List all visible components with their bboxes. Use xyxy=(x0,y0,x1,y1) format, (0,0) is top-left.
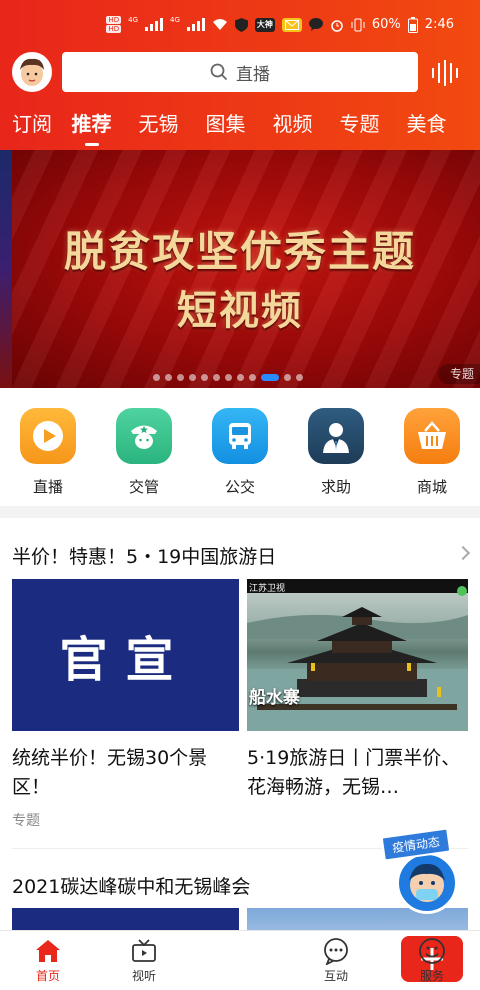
quick-help-label: 求助 xyxy=(320,478,351,496)
wifi-icon xyxy=(212,19,227,30)
status-bar: HD HD 4G 4G 大神 60% 2:46 xyxy=(0,0,480,50)
card-logo: 江苏卫视 xyxy=(249,584,286,594)
tab-subscribe[interactable]: 订阅 xyxy=(0,108,58,150)
hd-bottom-icon: HD xyxy=(106,25,122,33)
banner-title-line2: 短视频 xyxy=(177,287,303,334)
carousel-dot xyxy=(201,374,208,381)
quick-traffic[interactable]: 交管 xyxy=(96,388,192,506)
tv-icon xyxy=(130,937,158,965)
chat-icon xyxy=(322,937,350,965)
card-image-3[interactable] xyxy=(12,908,239,930)
smile-icon xyxy=(418,937,446,965)
signal-2-icon xyxy=(186,18,205,31)
search-icon xyxy=(210,63,228,81)
shield-icon xyxy=(234,17,248,32)
carousel-dot xyxy=(213,374,220,381)
carousel-indicator xyxy=(153,374,303,381)
tab-food[interactable]: 美食 xyxy=(393,108,460,150)
tab-gallery[interactable]: 图集 xyxy=(192,108,259,150)
basket-icon xyxy=(404,408,460,464)
nav-media[interactable]: 视听 xyxy=(96,931,192,990)
status-icons: HD HD 4G 4G 大神 60% 2:46 xyxy=(106,16,454,33)
nav-service[interactable]: 服务 xyxy=(384,931,480,990)
chevron-right-icon[interactable] xyxy=(455,545,471,561)
quick-services: 直播 交管 公交 求助 商城 xyxy=(0,388,480,506)
banner-carousel[interactable]: 脱贫攻坚优秀主题 短视频 专题 xyxy=(0,150,480,388)
vibrate-icon xyxy=(351,18,365,31)
quick-traffic-label: 交管 xyxy=(128,478,159,496)
search-placeholder: 直播 xyxy=(236,64,270,85)
police-icon xyxy=(116,408,172,464)
hd-indicator: HD HD xyxy=(106,16,122,33)
carousel-dot xyxy=(225,374,232,381)
mail-icon xyxy=(281,17,302,32)
nav-interact-label: 互动 xyxy=(323,969,348,983)
card-image-official[interactable]: 官宣 xyxy=(12,579,239,731)
tab-wuxi[interactable]: 无锡 xyxy=(125,108,192,150)
hd-top-icon: HD xyxy=(106,16,122,24)
card-meta-label: 专题 xyxy=(12,813,40,829)
card-image-text: 官宣 xyxy=(59,632,192,688)
pagoda-scene-icon xyxy=(247,579,468,731)
person-help-icon xyxy=(308,408,364,464)
message-icon xyxy=(308,18,323,31)
audio-wave-icon[interactable] xyxy=(430,60,460,86)
sig2-label: 4G xyxy=(170,16,180,24)
banner-title-line1: 脱贫攻坚优秀主题 xyxy=(63,227,416,276)
play-icon xyxy=(20,408,76,464)
nav-service-label: 服务 xyxy=(419,969,444,983)
bus-icon xyxy=(212,408,268,464)
home-icon xyxy=(34,937,62,965)
carousel-dot xyxy=(296,374,303,381)
quick-live-label: 直播 xyxy=(32,478,63,496)
tab-recommend[interactable]: 推荐 xyxy=(58,108,125,150)
nav-home-label: 首页 xyxy=(35,969,60,983)
carousel-dot xyxy=(177,374,184,381)
signal-icon xyxy=(145,18,163,31)
channel-tabs: 订阅 推荐 无锡 图集 视频 专题 美食 xyxy=(0,108,480,150)
clock: 2:46 xyxy=(424,17,454,32)
carousel-dot xyxy=(249,374,256,381)
quick-mall-label: 商城 xyxy=(416,478,447,496)
carousel-dot xyxy=(189,374,196,381)
quick-bus[interactable]: 公交 xyxy=(192,388,288,506)
quick-bus-label: 公交 xyxy=(224,478,255,496)
avatar-face-icon xyxy=(14,54,50,90)
nav-media-label: 视听 xyxy=(131,969,156,983)
quick-live[interactable]: 直播 xyxy=(0,388,96,506)
search-input[interactable]: 直播 xyxy=(62,52,418,92)
carousel-dot xyxy=(284,374,291,381)
card-watermark: 船水寨 xyxy=(249,688,300,708)
app-badge-icon: 大神 xyxy=(254,17,275,32)
sig1-label: 4G xyxy=(128,16,138,24)
carousel-dot xyxy=(237,374,244,381)
nav-home[interactable]: 首页 xyxy=(0,931,96,990)
carousel-dot xyxy=(153,374,160,381)
carousel-dot xyxy=(261,374,279,381)
card-caption-1[interactable]: 统统半价！无锡30个景区！ xyxy=(12,744,236,802)
epidemic-float-button[interactable]: 疫情动态 xyxy=(378,827,464,918)
quick-help[interactable]: 求助 xyxy=(288,388,384,506)
card-caption-2[interactable]: 5·19旅游日丨门票半价、花海畅游，无锡… xyxy=(247,744,469,802)
section-title[interactable]: 半价！特惠！5・19中国旅游日 xyxy=(12,542,276,569)
section-title-2[interactable]: 2021碳达峰碳中和无锡峰会 xyxy=(12,872,250,899)
nav-publish[interactable] xyxy=(192,931,463,990)
quick-mall[interactable]: 商城 xyxy=(384,388,480,506)
alarm-icon xyxy=(331,19,343,32)
carousel-dot xyxy=(165,374,172,381)
nav-interact[interactable]: 互动 xyxy=(288,931,384,990)
bottom-nav: 首页 视听 互动 服务 xyxy=(0,930,480,990)
mascot-icon xyxy=(396,852,458,914)
battery-percent: 60% xyxy=(371,17,401,32)
avatar[interactable] xyxy=(12,52,52,92)
tab-topic[interactable]: 专题 xyxy=(326,108,393,150)
battery-icon xyxy=(407,16,418,33)
tab-video[interactable]: 视频 xyxy=(259,108,326,150)
card-image-water-village[interactable]: 江苏卫视 船水寨 xyxy=(247,579,468,731)
banner-tag: 专题 xyxy=(437,364,480,384)
